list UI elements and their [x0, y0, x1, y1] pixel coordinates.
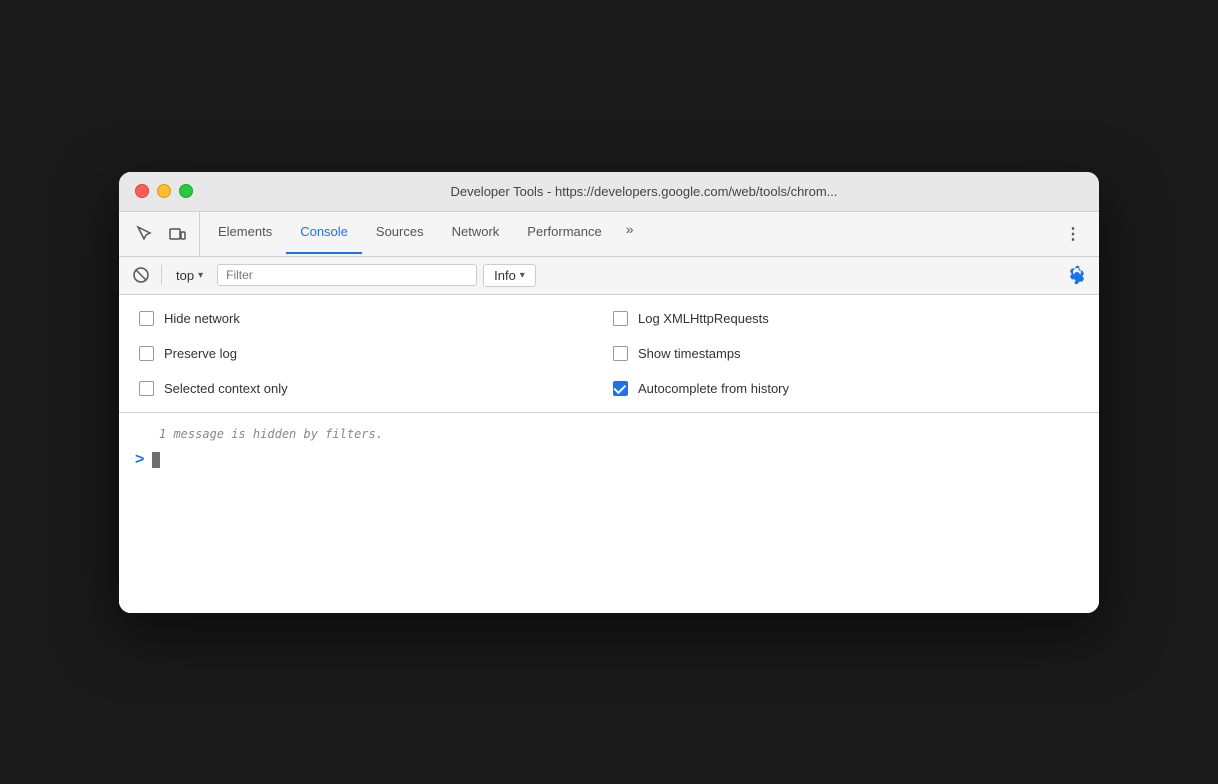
preserve-log-label: Preserve log [164, 346, 237, 361]
context-label: top [176, 268, 194, 283]
minimize-button[interactable] [157, 184, 171, 198]
options-panel: Hide network Log XMLHttpRequests Preserv… [119, 295, 1099, 413]
option-log-xmlhttp[interactable]: Log XMLHttpRequests [609, 303, 1083, 334]
tab-console[interactable]: Console [286, 213, 362, 253]
option-hide-network[interactable]: Hide network [135, 303, 609, 334]
clear-console-button[interactable] [127, 261, 155, 289]
option-preserve-log[interactable]: Preserve log [135, 338, 609, 369]
maximize-button[interactable] [179, 184, 193, 198]
autocomplete-history-label: Autocomplete from history [638, 381, 789, 396]
option-selected-context[interactable]: Selected context only [135, 373, 609, 404]
console-cursor [152, 452, 160, 468]
tab-elements[interactable]: Elements [204, 213, 286, 253]
more-tabs-button[interactable]: » [616, 213, 644, 253]
console-prompt-row[interactable]: > [119, 447, 1099, 473]
log-xmlhttp-checkbox[interactable] [613, 311, 628, 326]
window-title: Developer Tools - https://developers.goo… [205, 184, 1083, 199]
preserve-log-checkbox[interactable] [139, 346, 154, 361]
context-dropdown-arrow: ▾ [198, 270, 203, 281]
level-label: Info [494, 268, 516, 283]
tab-icons [127, 212, 200, 256]
tabs-list: Elements Console Sources Network Perform… [204, 213, 644, 253]
hide-network-label: Hide network [164, 311, 240, 326]
autocomplete-history-checkbox[interactable] [613, 381, 628, 396]
devtools-content: Elements Console Sources Network Perform… [119, 212, 1099, 613]
tabs-bar: Elements Console Sources Network Perform… [119, 212, 1099, 257]
filter-input[interactable] [217, 264, 477, 286]
hidden-message: 1 message is hidden by filters. [119, 421, 1099, 447]
console-output: 1 message is hidden by filters. > [119, 413, 1099, 613]
option-autocomplete-history[interactable]: Autocomplete from history [609, 373, 1083, 404]
selected-context-checkbox[interactable] [139, 381, 154, 396]
prompt-arrow-icon: > [135, 451, 144, 469]
devtools-menu-button[interactable]: ⋮ [1055, 216, 1091, 252]
tab-performance[interactable]: Performance [513, 213, 615, 253]
devtools-window: Developer Tools - https://developers.goo… [119, 172, 1099, 613]
console-settings-button[interactable] [1063, 261, 1091, 289]
tab-sources[interactable]: Sources [362, 213, 438, 253]
tab-network[interactable]: Network [438, 213, 514, 253]
device-toggle-icon[interactable] [163, 220, 191, 248]
level-dropdown-arrow: ▾ [520, 270, 525, 281]
hide-network-checkbox[interactable] [139, 311, 154, 326]
console-toolbar: top ▾ Info ▾ [119, 257, 1099, 295]
level-selector[interactable]: Info ▾ [483, 264, 536, 287]
close-button[interactable] [135, 184, 149, 198]
show-timestamps-checkbox[interactable] [613, 346, 628, 361]
show-timestamps-label: Show timestamps [638, 346, 741, 361]
option-show-timestamps[interactable]: Show timestamps [609, 338, 1083, 369]
inspect-icon[interactable] [131, 220, 159, 248]
toolbar-divider-1 [161, 265, 162, 285]
context-selector[interactable]: top ▾ [168, 265, 211, 286]
selected-context-label: Selected context only [164, 381, 288, 396]
titlebar: Developer Tools - https://developers.goo… [119, 172, 1099, 212]
log-xmlhttp-label: Log XMLHttpRequests [638, 311, 769, 326]
traffic-lights [135, 184, 193, 198]
